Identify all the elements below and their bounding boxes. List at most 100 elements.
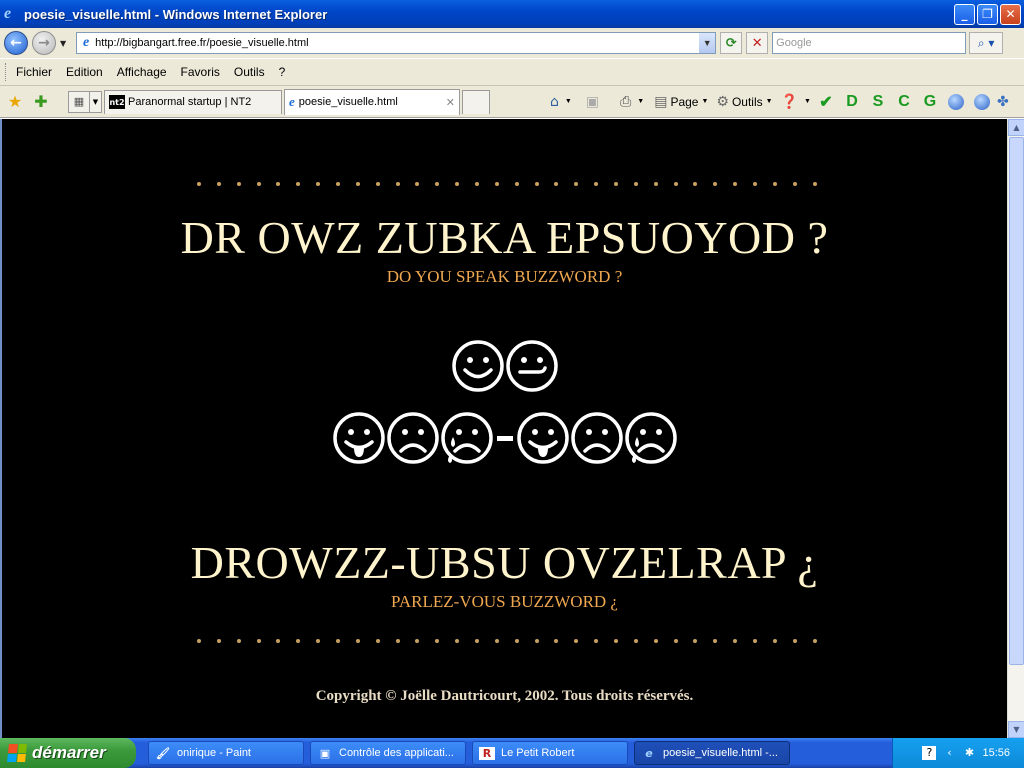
scroll-up-icon[interactable]: ▲ <box>1008 119 1024 136</box>
divider-dot <box>197 182 201 186</box>
forward-button[interactable]: → <box>32 31 56 55</box>
divider-dot <box>236 182 241 186</box>
taskbar-button-paint[interactable]: 🖌 onirique - Paint <box>148 741 304 765</box>
research-icon[interactable]: ✤ <box>997 94 1012 110</box>
divider-dot <box>693 182 698 186</box>
divider-dot <box>316 639 321 643</box>
history-dropdown-icon[interactable]: ▼ <box>60 39 66 48</box>
menu-outils[interactable]: Outils <box>234 65 265 79</box>
home-button[interactable]: ⌂ ▼ <box>550 94 572 110</box>
ie-logo-icon: e <box>4 5 12 22</box>
divider-dot <box>216 182 221 186</box>
home-icon: ⌂ <box>550 93 559 110</box>
page-menu[interactable]: ▤ Page ▼ <box>654 94 708 110</box>
antivirus-tray-icon[interactable]: ✱ <box>962 746 976 760</box>
arrow-tray-icon[interactable]: ‹ <box>942 746 956 760</box>
stop-button[interactable]: ✕ <box>746 32 769 54</box>
search-input[interactable]: Google <box>772 32 967 54</box>
favorites-star-icon[interactable]: ★ <box>4 91 26 113</box>
dotted-divider-bottom <box>197 639 817 645</box>
page-favicon-icon: e <box>83 35 90 50</box>
taskbar-button-petit-robert[interactable]: R Le Petit Robert <box>472 741 628 765</box>
menu-edition[interactable]: Edition <box>66 65 103 79</box>
scroll-thumb[interactable] <box>1009 137 1024 665</box>
quick-tabs-icon[interactable]: ▦ <box>68 90 90 113</box>
help-tray-icon[interactable]: ? <box>922 746 937 760</box>
taskbar-button-app-control[interactable]: ▣ Contrôle des applicati... <box>310 741 466 765</box>
divider-dot <box>713 182 718 186</box>
gear-icon: ⚙ <box>716 93 729 110</box>
minimize-icon[interactable]: _ <box>954 3 975 25</box>
divider-dot <box>435 182 440 186</box>
neutral-smile-face-icon <box>505 340 558 392</box>
window-controls: _ ❐ ✕ <box>954 3 1021 25</box>
menu-favoris[interactable]: Favoris <box>181 65 220 79</box>
menu-affichage[interactable]: Affichage <box>117 65 167 79</box>
divider-dot <box>614 182 619 186</box>
tab-label: poesie_visuelle.html <box>298 96 398 108</box>
app-control-icon: ▣ <box>319 746 331 760</box>
smiley-row-1 <box>2 339 1007 393</box>
page-icon: ▤ <box>654 93 668 110</box>
tools-menu[interactable]: ⚙ Outils ▼ <box>716 94 772 110</box>
divider-dot <box>236 639 241 643</box>
back-button[interactable]: ← <box>4 31 28 55</box>
scroll-down-icon[interactable]: ▼ <box>1008 721 1024 738</box>
address-toolbar: ← → ▼ e http://bigbangart.free.fr/poesie… <box>0 28 1024 58</box>
address-dropdown-icon[interactable]: ▼ <box>699 33 716 53</box>
divider-dot <box>514 182 519 186</box>
tab-poesie-visuelle[interactable]: e poesie_visuelle.html ✕ <box>284 88 460 115</box>
vertical-scrollbar[interactable]: ▲ ▼ <box>1007 119 1024 738</box>
divider-dot <box>296 639 301 643</box>
search-button[interactable]: ⌕ ▾ <box>969 32 1004 54</box>
poem-line-2: DROWZZ-UBSU OVZELRAP ¿ <box>190 537 819 588</box>
copyright-notice: Copyright © Joëlle Dautricourt, 2002. To… <box>315 688 694 704</box>
poem-translation-2: PARLEZ-VOUS BUZZWORD ¿ <box>391 592 618 611</box>
taskbar-label: poesie_visuelle.html -... <box>663 747 778 759</box>
address-field[interactable]: e http://bigbangart.free.fr/poesie_visue… <box>76 32 717 54</box>
divider-dot <box>276 639 281 643</box>
divider-dot <box>435 639 440 643</box>
divider-dot <box>256 639 261 643</box>
toolbar-letter-g[interactable]: G <box>919 93 941 111</box>
divider-dot <box>792 182 797 186</box>
frown-face-icon <box>570 412 623 464</box>
print-button[interactable]: ⎙ ▼ <box>620 94 644 110</box>
divider-dot <box>197 639 201 643</box>
smile-face-icon <box>451 340 504 392</box>
toolbar-letter-d[interactable]: D <box>841 93 863 111</box>
toolbar-letter-s[interactable]: S <box>867 93 889 111</box>
divider-dot <box>375 639 380 643</box>
start-button[interactable]: démarrer <box>0 738 136 768</box>
divider-dot <box>415 182 420 186</box>
tab-paranormal-startup[interactable]: nt2 Paranormal startup | NT2 <box>104 89 282 114</box>
help-button[interactable]: ❓ ▼ <box>781 94 811 110</box>
divider-dot <box>514 639 519 643</box>
divider-dot <box>216 639 221 643</box>
feeds-button[interactable]: ▣ <box>586 94 602 110</box>
divider-dot <box>772 639 777 643</box>
taskbar-label: Contrôle des applicati... <box>339 747 454 759</box>
globe-icon[interactable] <box>947 93 964 110</box>
tongue-face-icon <box>332 412 385 464</box>
divider-dot <box>574 182 579 186</box>
add-favorite-icon[interactable]: ✚ <box>30 91 52 113</box>
start-label: démarrer <box>32 743 106 762</box>
menu-fichier[interactable]: Fichier <box>16 65 52 79</box>
globe-icon-2[interactable] <box>973 93 990 110</box>
taskbar-button-ie[interactable]: e poesie_visuelle.html -... <box>634 741 790 765</box>
close-tab-icon[interactable]: ✕ <box>446 96 455 109</box>
tab-list-dropdown-icon[interactable]: ▼ <box>90 90 102 113</box>
restore-icon[interactable]: ❐ <box>977 3 998 25</box>
url-text[interactable]: http://bigbangart.free.fr/poesie_visuell… <box>95 37 699 49</box>
menu-help[interactable]: ? <box>279 65 286 79</box>
window-titlebar[interactable]: e poesie_visuelle.html - Windows Interne… <box>0 0 1024 28</box>
divider-dot <box>594 182 599 186</box>
checkmark-icon[interactable]: ✔ <box>815 92 837 112</box>
divider-dot <box>296 182 301 186</box>
toolbar-letter-c[interactable]: C <box>893 93 915 111</box>
close-icon[interactable]: ✕ <box>1000 3 1021 25</box>
divider-dot <box>256 182 261 186</box>
new-tab-button[interactable] <box>462 89 490 114</box>
refresh-button[interactable]: ⟳ <box>720 32 743 54</box>
